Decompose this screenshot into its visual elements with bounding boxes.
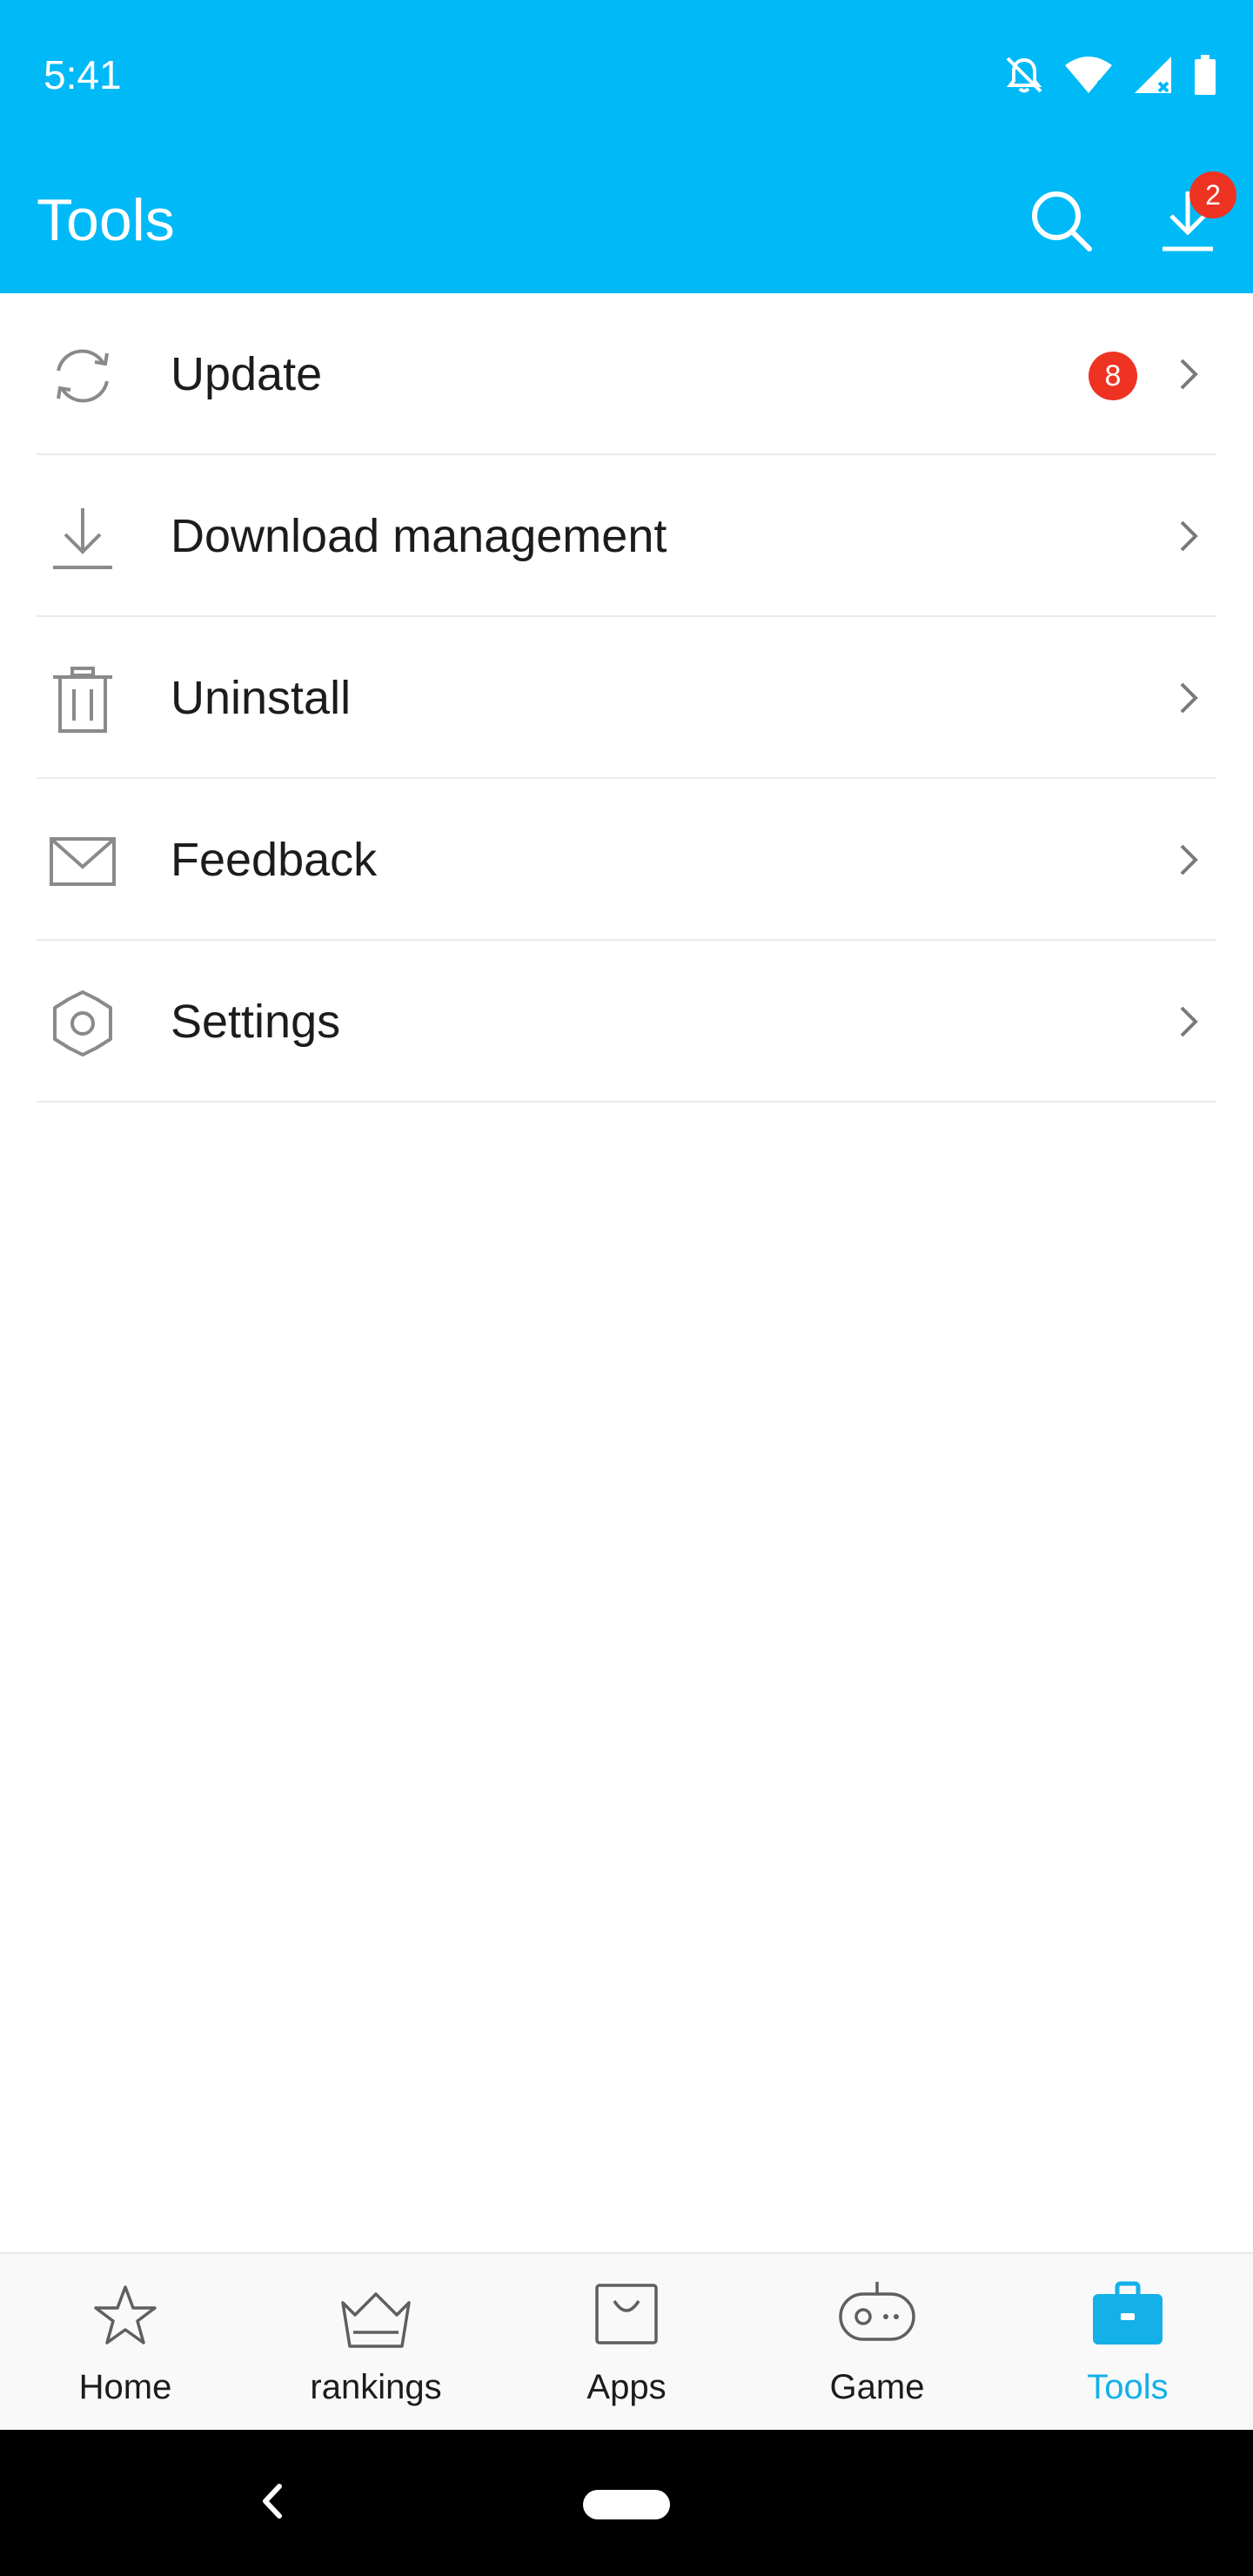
page-title: Tools xyxy=(37,187,175,253)
nav-tab-label: Apps xyxy=(586,2368,667,2406)
chevron-right-icon xyxy=(1175,842,1201,877)
gear-icon xyxy=(48,989,117,1058)
toolbox-icon xyxy=(1086,2275,1169,2358)
back-button[interactable] xyxy=(245,2468,298,2538)
status-bar: 5:41 xyxy=(0,0,1253,148)
gamepad-icon xyxy=(835,2275,919,2358)
divider xyxy=(37,1101,1216,1103)
nav-tab-tools[interactable]: Tools xyxy=(1002,2254,1253,2430)
nav-tab-label: Game xyxy=(829,2368,925,2406)
wifi-icon xyxy=(1063,53,1114,97)
chevron-right-icon xyxy=(1175,681,1201,715)
chevron-right-icon xyxy=(1175,1004,1201,1039)
notifications-off-icon xyxy=(1002,53,1046,97)
refresh-icon xyxy=(48,341,117,411)
list-item-download-management[interactable]: Download management xyxy=(0,455,1253,617)
download-icon xyxy=(48,503,117,573)
signal-icon xyxy=(1131,53,1175,97)
list-item-label: Uninstall xyxy=(171,672,352,724)
nav-tab-home[interactable]: Home xyxy=(0,2254,251,2430)
update-count-badge: 8 xyxy=(1089,352,1137,400)
crown-icon xyxy=(334,2275,418,2358)
nav-tab-label: Tools xyxy=(1087,2368,1169,2406)
trash-icon xyxy=(48,665,117,735)
chevron-right-icon xyxy=(1175,519,1201,553)
list-item-label: Download management xyxy=(171,510,667,562)
nav-tab-rankings[interactable]: rankings xyxy=(251,2254,501,2430)
list-item-feedback[interactable]: Feedback xyxy=(0,779,1253,941)
nav-tab-apps[interactable]: Apps xyxy=(501,2254,752,2430)
tools-list: Update 8 Download management Uninstall F… xyxy=(0,293,1253,1103)
chevron-left-icon xyxy=(258,2481,285,2526)
nav-tab-game[interactable]: Game xyxy=(752,2254,1002,2430)
mail-icon xyxy=(48,827,117,896)
nav-tab-label: rankings xyxy=(310,2368,442,2406)
status-icons xyxy=(1002,50,1218,99)
download-count-badge: 2 xyxy=(1189,171,1236,218)
nav-tab-label: Home xyxy=(78,2368,172,2406)
list-item-uninstall[interactable]: Uninstall xyxy=(0,617,1253,779)
app-bar: Tools xyxy=(0,148,1253,293)
battery-icon xyxy=(1192,53,1218,97)
search-icon xyxy=(1029,188,1095,258)
bottom-nav: Home rankings Apps Game Tools xyxy=(0,2252,1253,2430)
star-icon xyxy=(84,2275,167,2358)
home-button[interactable] xyxy=(583,2490,670,2519)
list-item-label: Settings xyxy=(171,996,341,1048)
search-button[interactable] xyxy=(1018,179,1105,266)
list-item-label: Feedback xyxy=(171,834,378,886)
list-item-settings[interactable]: Settings xyxy=(0,941,1253,1103)
shopping-bag-icon xyxy=(585,2275,668,2358)
list-item-update[interactable]: Update 8 xyxy=(0,293,1253,455)
chevron-right-icon xyxy=(1175,357,1201,392)
status-time: 5:41 xyxy=(44,52,122,97)
list-item-label: Update xyxy=(171,348,323,400)
